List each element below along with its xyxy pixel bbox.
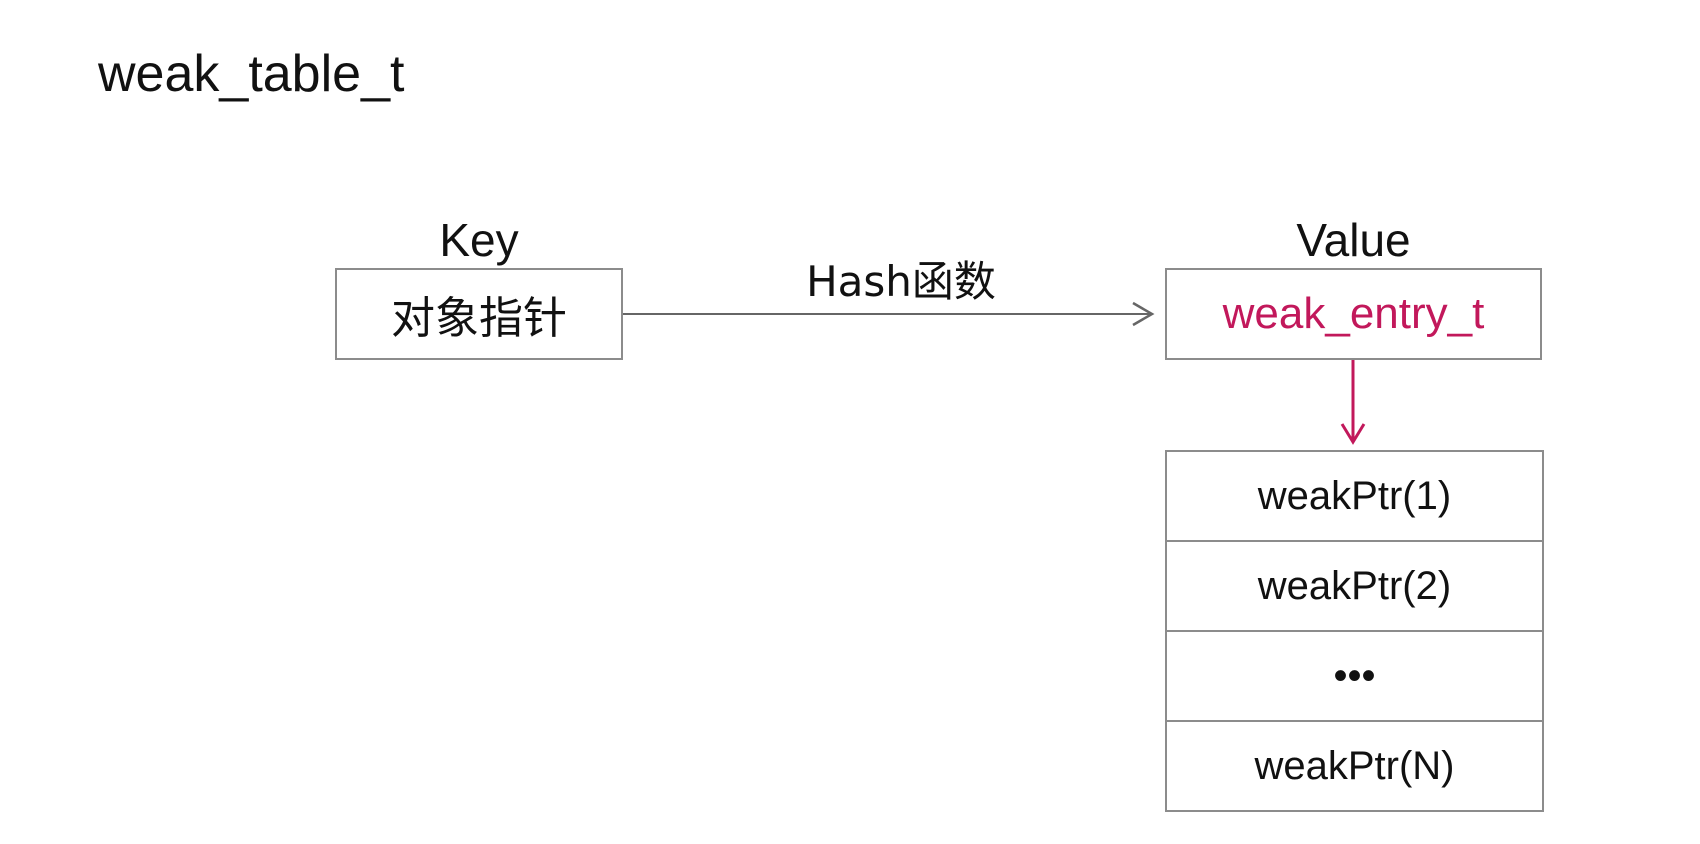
value-label: weak_entry_t (1222, 289, 1485, 338)
key-label: 对象指针 (391, 293, 567, 344)
weak-pointer-row: weakPtr(2) (1167, 542, 1542, 632)
key-heading: Key (439, 214, 519, 266)
entry-arrow (1340, 360, 1366, 445)
weak-pointer-row: weakPtr(1) (1167, 452, 1542, 542)
page-title: weak_table_t (98, 45, 405, 103)
value-heading: Value (1296, 214, 1411, 266)
weak-pointer-list: weakPtr(1) weakPtr(2) ••• weakPtr(N) (1165, 450, 1544, 812)
weak-pointer-row: weakPtr(N) (1254, 743, 1455, 788)
hash-function-label: Hash函数 (806, 257, 996, 306)
key-box: 对象指针 (335, 268, 623, 360)
weak-pointer-row: ••• (1167, 632, 1542, 722)
value-box: weak_entry_t (1165, 268, 1542, 360)
